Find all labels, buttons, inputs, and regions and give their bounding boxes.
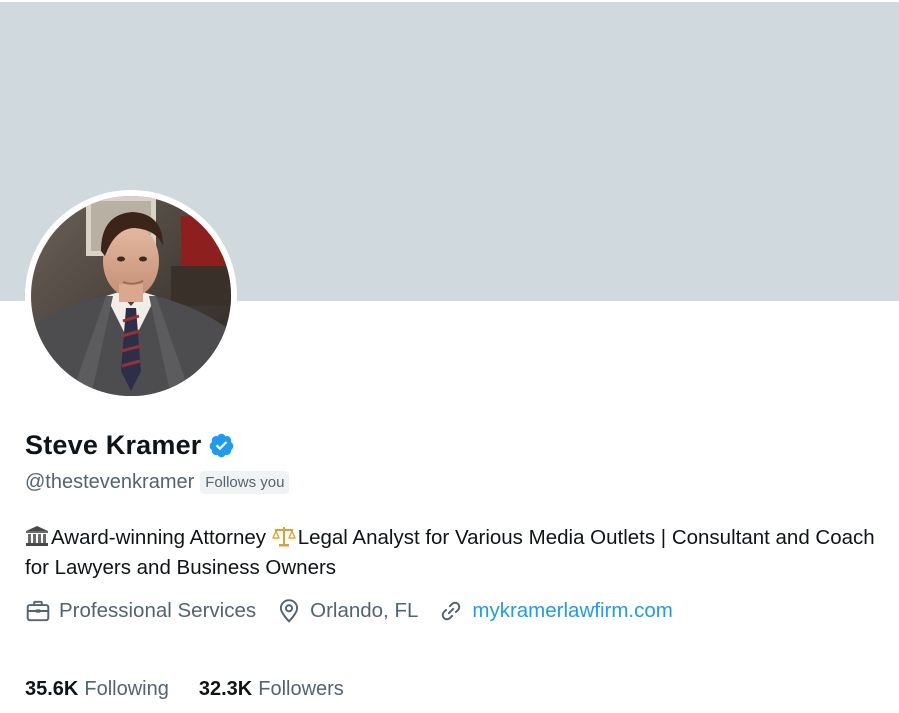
location-item: Orlando, FL — [276, 598, 418, 624]
website-link[interactable]: mykramerlawfirm.com — [472, 599, 672, 623]
profile-page: Steve Kramer @thestevenkramer Follows yo… — [0, 0, 899, 713]
following-label[interactable]: Following — [84, 678, 168, 701]
follow-stats: 35.6K Following 32.3K Followers — [25, 678, 374, 701]
handle-row: @thestevenkramer Follows you — [25, 471, 290, 494]
avatar-ring — [25, 190, 237, 402]
followers-label[interactable]: Followers — [258, 678, 344, 701]
handle: @thestevenkramer — [25, 471, 195, 493]
follows-you-badge: Follows you — [200, 471, 290, 494]
balance-scale-icon — [271, 527, 296, 547]
avatar[interactable] — [31, 196, 231, 396]
followers-count[interactable]: 32.3K — [199, 678, 252, 701]
bio-text-1: Award-winning Attorney — [51, 526, 272, 549]
website-item[interactable]: mykramerlawfirm.com — [438, 598, 673, 624]
name-row: Steve Kramer — [25, 430, 235, 461]
location-text: Orlando, FL — [310, 599, 419, 622]
verified-badge-icon[interactable] — [208, 432, 235, 459]
avatar-photo — [31, 196, 231, 396]
location-pin-icon — [280, 599, 299, 623]
display-name: Steve Kramer — [25, 430, 202, 460]
briefcase-icon — [26, 600, 50, 622]
classical-building-icon — [26, 526, 48, 546]
following-stat[interactable]: 35.6K Following — [25, 678, 169, 701]
category-item: Professional Services — [25, 598, 256, 624]
profile-meta: Professional Services Orlando, FL mykram… — [25, 598, 693, 624]
category-text: Professional Services — [59, 599, 257, 622]
followers-stat[interactable]: 32.3K Followers — [199, 678, 344, 701]
following-count[interactable]: 35.6K — [25, 678, 78, 701]
bio: Award-winning Attorney Legal Analyst for… — [25, 523, 875, 583]
link-icon — [442, 601, 461, 621]
